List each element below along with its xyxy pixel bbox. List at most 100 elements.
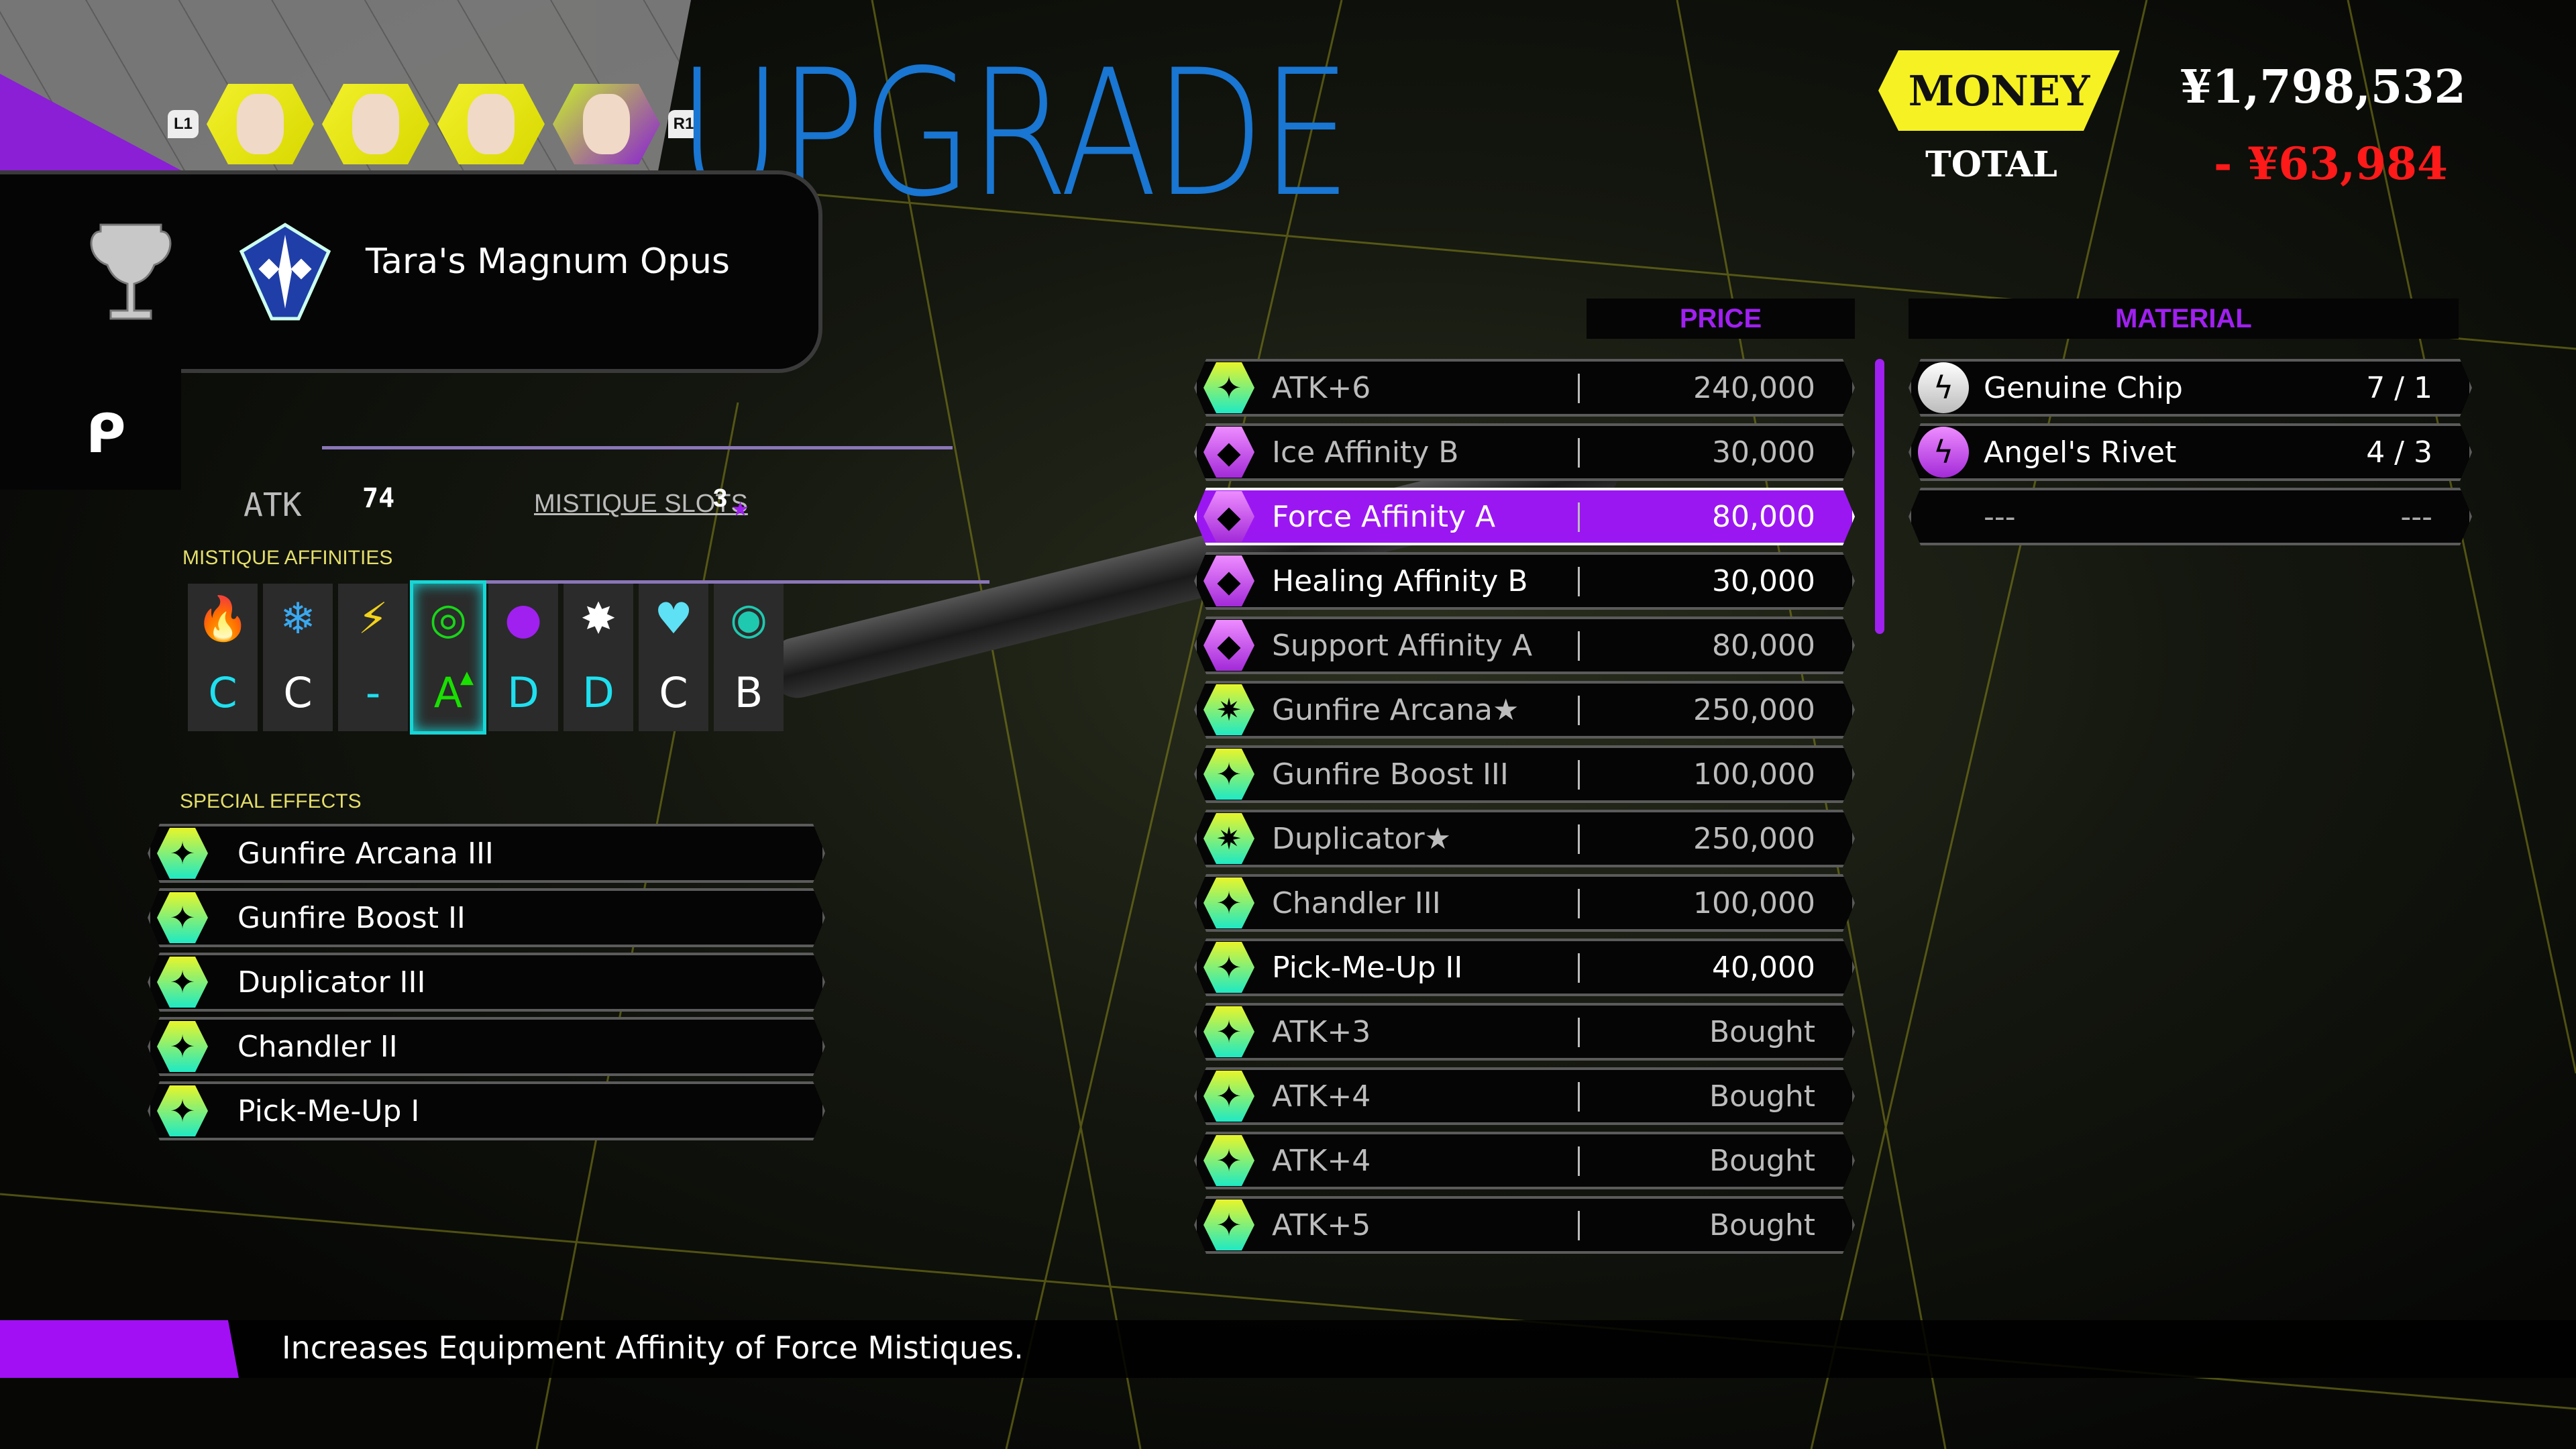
affinity-ruin[interactable]: ● D: [488, 584, 558, 731]
upgrade-name: Chandler III: [1272, 885, 1441, 920]
affinity-grade: A: [433, 668, 463, 718]
upgrade-name: ATK+3: [1272, 1014, 1371, 1049]
column-separator: [1578, 1211, 1580, 1240]
prev-party-button[interactable]: L1: [168, 110, 199, 138]
skill-gem-icon: ✦: [1203, 1135, 1254, 1186]
material-name: Genuine Chip: [1984, 370, 2183, 405]
material-row: ϟ Genuine Chip 7 / 1: [1909, 359, 2472, 417]
skill-gem-icon: ✦: [1203, 877, 1254, 928]
material-column-header: MATERIAL: [1909, 299, 2459, 339]
upgrade-list-scrollbar[interactable]: [1875, 359, 1884, 634]
affinity-almighty[interactable]: ✸ D: [564, 584, 633, 731]
skill-gem-icon: ✦: [1203, 1071, 1254, 1122]
party-member-portrait-active[interactable]: [553, 84, 660, 164]
material-name: ---: [1984, 499, 2016, 534]
affinity-force[interactable]: ◎ A ▲: [410, 580, 486, 735]
skill-gem-icon: ✷: [1203, 813, 1254, 864]
upgrade-row[interactable]: ◆ Support Affinity A 80,000: [1194, 616, 1855, 674]
upgrade-price: 80,000: [1712, 499, 1815, 534]
total-label: TOTAL: [1925, 144, 2057, 185]
upgrade-row[interactable]: ✦ ATK+4 Bought: [1194, 1067, 1855, 1125]
affinity-healing[interactable]: ♥ C: [639, 584, 708, 731]
column-separator: [1578, 374, 1580, 403]
column-separator: [1578, 824, 1580, 854]
upgrade-row[interactable]: ✷ Gunfire Arcana★ 250,000: [1194, 681, 1855, 739]
column-separator: [1578, 567, 1580, 596]
upgrade-row[interactable]: ✦ ATK+4 Bought: [1194, 1132, 1855, 1189]
upgrade-name: Force Affinity A: [1272, 499, 1496, 534]
special-effect-item[interactable]: ✦ Chandler II: [148, 1017, 825, 1076]
skill-gem-icon: ✷: [1203, 684, 1254, 735]
ruin-element-icon: ●: [504, 594, 542, 644]
party-member-portrait[interactable]: [207, 84, 314, 164]
upgrade-price: 250,000: [1693, 821, 1815, 856]
atk-label: ATK: [244, 486, 302, 524]
upgrade-row[interactable]: ◆ Ice Affinity B 30,000: [1194, 423, 1855, 481]
mistique-affinities-label: MISTIQUE AFFINITIES: [182, 547, 393, 569]
elec-element-icon: ⚡: [358, 594, 388, 644]
upgrade-name: ATK+4: [1272, 1079, 1371, 1114]
special-effect-item[interactable]: ✦ Pick-Me-Up I: [148, 1081, 825, 1140]
material-list: ϟ Genuine Chip 7 / 1 ϟ Angel's Rivet 4 / 3 -…: [1909, 359, 2472, 552]
party-member-portrait[interactable]: [322, 84, 429, 164]
upgrade-name: Pick-Me-Up II: [1272, 950, 1463, 985]
upgrade-name: Support Affinity A: [1272, 628, 1533, 663]
column-separator: [1578, 631, 1580, 661]
affinity-grade: D: [582, 668, 614, 718]
special-effect-name: Duplicator III: [237, 965, 426, 1000]
almighty-element-icon: ✸: [580, 594, 616, 644]
column-separator: [1578, 953, 1580, 983]
upgrade-price: 100,000: [1693, 885, 1815, 920]
ice-element-icon: ❄: [280, 594, 316, 644]
playstation-logo-icon: ᑭ: [86, 402, 126, 465]
upgrade-list: ✦ ATK+6 240,000 ◆ Ice Affinity B 30,000 ◆ …: [1194, 359, 1855, 1260]
affinity-grade: B: [734, 668, 763, 718]
material-chip-icon: ϟ: [1918, 362, 1969, 413]
special-effect-item[interactable]: ✦ Gunfire Boost II: [148, 888, 825, 947]
skill-gem-icon: ✦: [1203, 749, 1254, 800]
affinity-support[interactable]: ◉ B: [714, 584, 784, 731]
material-row: ϟ Angel's Rivet 4 / 3: [1909, 423, 2472, 481]
material-row: --- ---: [1909, 488, 2472, 545]
diamond-gem-icon: ◆: [1203, 555, 1254, 606]
upgrade-row[interactable]: ◆ Healing Affinity B 30,000: [1194, 552, 1855, 610]
special-effect-name: Chandler II: [237, 1029, 398, 1064]
upgrade-row[interactable]: ✦ ATK+5 Bought: [1194, 1196, 1855, 1254]
upgrade-row[interactable]: ◆ Force Affinity A 80,000: [1194, 488, 1855, 545]
money-value: ¥1,798,532: [2180, 60, 2466, 114]
upgrade-row[interactable]: ✦ ATK+3 Bought: [1194, 1003, 1855, 1061]
special-effects-label: SPECIAL EFFECTS: [180, 790, 362, 812]
upgrade-name: Healing Affinity B: [1272, 564, 1528, 598]
upgrade-row[interactable]: ✦ ATK+6 240,000: [1194, 359, 1855, 417]
skill-gem-icon: ✦: [1203, 1006, 1254, 1057]
material-rivet-icon: ϟ: [1918, 427, 1969, 478]
affinity-grade: C: [659, 668, 688, 718]
healing-element-icon: ♥: [654, 594, 693, 644]
upgrade-name: ATK+5: [1272, 1208, 1371, 1242]
skill-gem-icon: ✦: [157, 1021, 208, 1072]
trophy-badge-icon: [239, 223, 331, 321]
upgrade-price: 240,000: [1693, 370, 1815, 405]
special-effect-item[interactable]: ✦ Gunfire Arcana III: [148, 824, 825, 883]
upgrade-row[interactable]: ✦ Pick-Me-Up II 40,000: [1194, 938, 1855, 996]
upgrade-row[interactable]: ✷ Duplicator★ 250,000: [1194, 810, 1855, 867]
column-separator: [1578, 438, 1580, 468]
special-effect-item[interactable]: ✦ Duplicator III: [148, 953, 825, 1012]
upgrade-row[interactable]: ✦ Gunfire Boost III 100,000: [1194, 745, 1855, 803]
party-member-portrait[interactable]: [437, 84, 545, 164]
upgrade-price: 80,000: [1712, 628, 1815, 663]
mistique-slots-value: 3: [713, 484, 728, 513]
column-separator: [1578, 1082, 1580, 1112]
special-effect-name: Pick-Me-Up I: [237, 1093, 420, 1128]
column-separator: [1578, 889, 1580, 918]
affinity-fire[interactable]: 🔥 C: [188, 584, 258, 731]
upgrade-row[interactable]: ✦ Chandler III 100,000: [1194, 874, 1855, 932]
material-name: Angel's Rivet: [1984, 435, 2177, 470]
trophy-name: Tara's Magnum Opus: [366, 241, 731, 282]
affinity-ice[interactable]: ❄ C: [263, 584, 333, 731]
affinity-elec[interactable]: ⚡ -: [338, 584, 408, 731]
trophy-notification: Tara's Magnum Opus: [0, 174, 818, 369]
diamond-gem-icon: ◆: [1203, 427, 1254, 478]
atk-value: 74: [362, 483, 395, 514]
affinity-grade: -: [365, 668, 381, 718]
